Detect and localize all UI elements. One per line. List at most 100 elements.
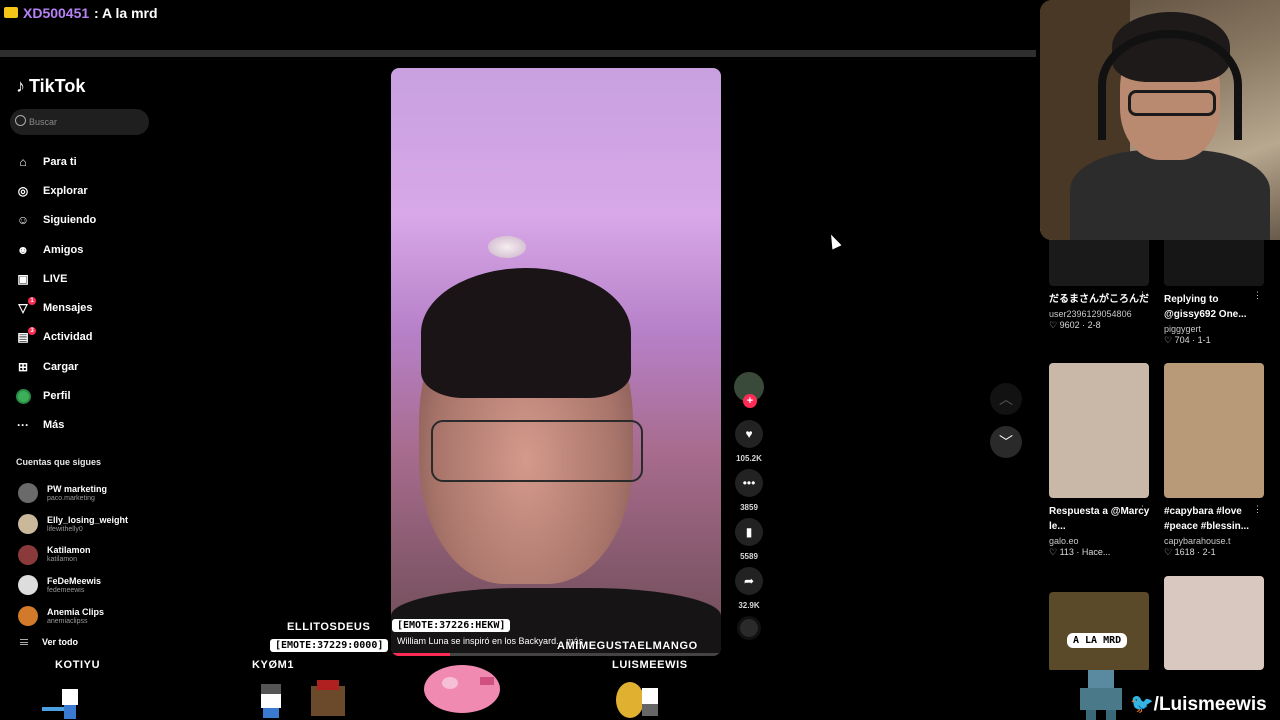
- following-account[interactable]: Elly_losing_weight lifewithelly0: [16, 509, 128, 540]
- sidebar-item-explorar[interactable]: ◎ Explorar: [15, 176, 96, 205]
- search-icon: [15, 115, 26, 126]
- account-avatar: [18, 514, 38, 535]
- chat-username: XD500451: [23, 5, 90, 21]
- sidebar-item-cargar[interactable]: ⊞ Cargar: [15, 352, 96, 381]
- activity-badge: 3: [28, 326, 36, 335]
- list-icon: [20, 639, 28, 645]
- home-icon: ⌂: [19, 154, 27, 169]
- comment-icon[interactable]: •••: [735, 469, 763, 497]
- sidebar-item-mas[interactable]: ··· Más: [15, 411, 96, 440]
- viewer-name: KOTIYU: [55, 659, 101, 671]
- bookmark-count: 5589: [740, 552, 758, 561]
- feed-user: galo.eo: [1049, 536, 1079, 546]
- sidebar-nav: ⌂ Para ti ◎ Explorar ☺ Siguiendo ☻ Amigos ▣ L…: [15, 147, 96, 440]
- profile-avatar-wrap: [15, 388, 31, 404]
- account-name: Katilamon: [47, 545, 91, 556]
- sidebar-item-mensajes[interactable]: ▽ 1 Mensajes: [15, 293, 96, 322]
- sidebar-item-actividad[interactable]: ▤ 3 Actividad: [15, 323, 96, 352]
- sidebar-item-para-ti[interactable]: ⌂ Para ti: [15, 147, 96, 176]
- account-name: Elly_losing_weight: [47, 514, 129, 525]
- follow-plus-icon[interactable]: +: [743, 394, 757, 408]
- feed-stats: ♡ 704 · 1-1: [1164, 335, 1211, 345]
- feed-thumbnail[interactable]: [1049, 240, 1149, 286]
- twitter-handle: 🐦/Luismeewis: [1130, 692, 1267, 716]
- friends-icon: ☻: [16, 242, 30, 257]
- bookmark-icon[interactable]: ▮: [735, 518, 763, 546]
- feed-card[interactable]: [1049, 592, 1153, 670]
- following-account[interactable]: PW marketing paco.marketing: [16, 478, 128, 509]
- feed-user: piggygert: [1164, 324, 1202, 334]
- sidebar-item-label: Amigos: [43, 243, 84, 256]
- feed-card[interactable]: ⋮ #capybara #love #peace #blessin... cap…: [1164, 363, 1268, 558]
- sidebar-item-label: Perfil: [43, 390, 71, 403]
- live-icon: ▣: [17, 271, 29, 286]
- creator-avatar[interactable]: +: [734, 372, 764, 408]
- more-options-icon[interactable]: ⋮: [1253, 504, 1262, 515]
- feed-stats: ♡ 1618 · 2-1: [1164, 547, 1216, 557]
- share-action[interactable]: ➦ 32.9K: [733, 567, 765, 610]
- pixel-sprite-kyomi: [261, 680, 345, 718]
- following-account[interactable]: FeDeMeewis fedemeewis: [16, 570, 128, 601]
- sidebar-item-amigos[interactable]: ☻ Amigos: [15, 235, 96, 264]
- brand-name: TikTok: [29, 76, 86, 96]
- more-options-icon[interactable]: ⋮: [1253, 290, 1262, 301]
- account-handle: lifewithelly0: [47, 525, 83, 533]
- twitter-icon: 🐦: [1130, 694, 1154, 715]
- messages-badge: 1: [28, 297, 36, 306]
- tiktok-note-icon: ♪: [16, 76, 25, 96]
- feed-thumbnail[interactable]: [1164, 576, 1264, 670]
- more-options-icon[interactable]: ⋮: [1138, 290, 1147, 301]
- video-player[interactable]: William Luna se inspiró en los Backyard.…: [391, 68, 721, 656]
- account-avatar: [18, 483, 38, 504]
- viewer-name: ELLITOSDEUS: [287, 621, 371, 633]
- crown-icon: [4, 7, 18, 18]
- like-action[interactable]: ♥ 105.2K: [733, 420, 765, 463]
- video-feed: ⋮ だるまさんがころんだ user2396129054806 ♡ 9602 · …: [1040, 240, 1280, 670]
- sidebar-item-perfil[interactable]: Perfil: [15, 381, 96, 410]
- share-icon[interactable]: ➦: [735, 567, 763, 595]
- see-all-link[interactable]: Ver todo: [20, 637, 78, 647]
- feed-thumbnail[interactable]: [1049, 363, 1149, 498]
- webcam-overlay: [1040, 0, 1280, 240]
- pixel-sprite-luismeewis: [616, 682, 658, 718]
- search-box[interactable]: [10, 109, 149, 135]
- sidebar-item-live[interactable]: ▣ LIVE: [15, 264, 96, 293]
- following-account[interactable]: Anemia Clips anemiaclipss: [16, 601, 128, 632]
- music-disc-icon[interactable]: [737, 616, 761, 640]
- chat-overlay: XD500451 : A la mrd: [0, 0, 1040, 50]
- emote-tag: [EMOTE:37226:HEKW]: [392, 619, 511, 632]
- feed-thumbnail[interactable]: [1164, 240, 1264, 286]
- search-input[interactable]: [29, 114, 144, 130]
- following-account[interactable]: Katilamon katilamon: [16, 539, 128, 570]
- feed-card[interactable]: ⋮ Replying to @gissy692 One... piggygert…: [1164, 240, 1268, 346]
- feed-card[interactable]: ⋮ Respuesta a @Marcy le... galo.eo ♡ 113…: [1049, 363, 1153, 558]
- bookmark-action[interactable]: ▮ 5589: [733, 518, 765, 561]
- viewer-name: KYØM1: [252, 659, 295, 671]
- feed-card[interactable]: ⋮ だるまさんがころんだ user2396129054806 ♡ 9602 · …: [1049, 240, 1153, 331]
- tiktok-logo[interactable]: ♪ TikTok: [16, 76, 85, 97]
- comment-count: 3859: [740, 503, 758, 512]
- more-options-icon[interactable]: ⋮: [1138, 504, 1147, 515]
- sidebar-item-label: Mensajes: [43, 302, 93, 315]
- compass-icon: ◎: [17, 183, 29, 198]
- account-handle: fedemeewis: [47, 586, 85, 594]
- next-video-button[interactable]: ﹀: [990, 426, 1022, 458]
- heart-icon[interactable]: ♥: [735, 420, 763, 448]
- share-count: 32.9K: [738, 601, 760, 610]
- feed-thumbnail[interactable]: [1049, 592, 1149, 670]
- sidebar-item-siguiendo[interactable]: ☺ Siguiendo: [15, 206, 96, 235]
- previous-video-button[interactable]: ︿: [990, 383, 1022, 415]
- sidebar-item-label: Actividad: [43, 331, 93, 344]
- chat-message: : A la mrd: [94, 5, 158, 21]
- like-count: 105.2K: [736, 454, 762, 463]
- chevron-up-icon: ︿: [999, 391, 1013, 407]
- comment-action[interactable]: ••• 3859: [733, 469, 765, 512]
- account-name: FeDeMeewis: [47, 575, 102, 586]
- sidebar-item-label: Para ti: [43, 155, 77, 168]
- feed-thumbnail[interactable]: [1164, 363, 1264, 498]
- feed-card[interactable]: [1164, 576, 1268, 670]
- account-avatar: [18, 606, 38, 627]
- divider: [0, 50, 1036, 57]
- chat-bubble: A LA MRD: [1067, 633, 1128, 648]
- ceiling-lamp: [488, 236, 526, 258]
